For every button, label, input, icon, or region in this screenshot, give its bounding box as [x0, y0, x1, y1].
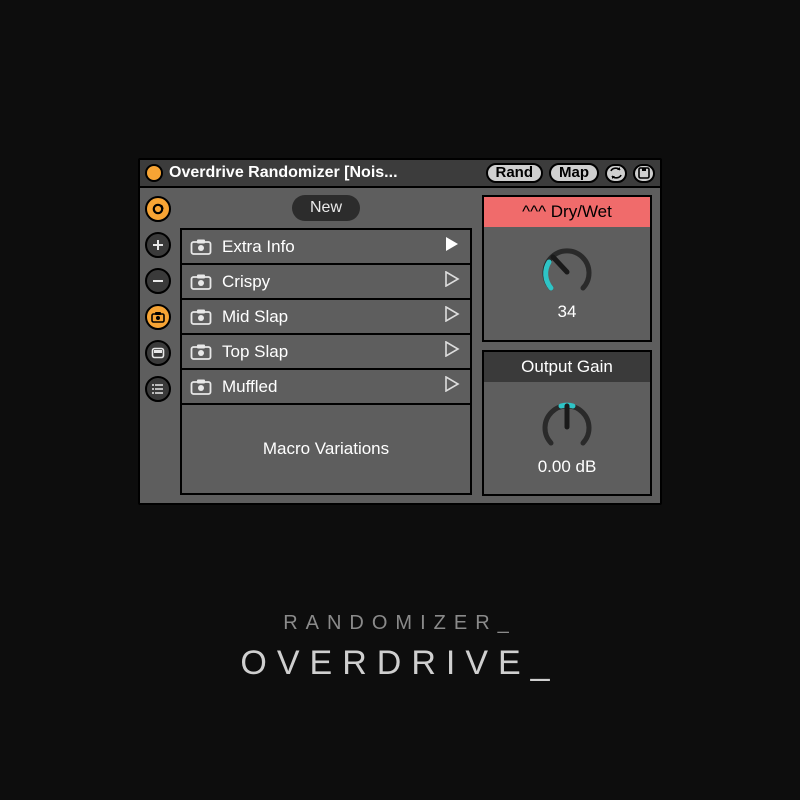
device-title: Overdrive Randomizer [Nois... — [169, 164, 398, 182]
refresh-icon[interactable] — [605, 164, 627, 183]
camera-icon — [190, 343, 212, 361]
macro-variations-label: Macro Variations — [180, 405, 472, 495]
remove-macro-icon[interactable] — [145, 268, 171, 294]
drywet-label: ^^^ Dry/Wet — [484, 197, 650, 227]
preset-label: Crispy — [222, 272, 434, 292]
preset-list: Extra Info Crispy — [180, 228, 472, 405]
sidebar — [140, 188, 176, 503]
macro-knobs: ^^^ Dry/Wet 34 Output Gain — [480, 188, 660, 503]
preset-row[interactable]: Extra Info — [182, 230, 470, 265]
camera-icon — [190, 238, 212, 256]
caption-line2: OVERDRIVE_ — [0, 644, 800, 683]
preset-row[interactable]: Mid Slap — [182, 300, 470, 335]
list-icon[interactable] — [145, 376, 171, 402]
camera-icon — [190, 273, 212, 291]
gain-value: 0.00 dB — [538, 457, 597, 477]
preset-label: Top Slap — [222, 342, 434, 362]
macro-toggle-icon[interactable] — [145, 196, 171, 222]
caption-line1: RANDOMIZER_ — [0, 612, 800, 635]
preset-row[interactable]: Crispy — [182, 265, 470, 300]
gain-knob[interactable] — [539, 399, 595, 455]
save-icon[interactable] — [633, 164, 655, 183]
window-icon[interactable] — [145, 340, 171, 366]
play-icon[interactable] — [444, 306, 460, 327]
drywet-value: 34 — [558, 302, 577, 322]
map-button[interactable]: Map — [549, 163, 599, 183]
camera-icon — [190, 378, 212, 396]
gain-label: Output Gain — [484, 352, 650, 382]
preset-row[interactable]: Muffled — [182, 370, 470, 405]
drywet-knob[interactable] — [539, 244, 595, 300]
preset-panel: New Extra Info Crispy — [176, 188, 480, 503]
preset-label: Muffled — [222, 377, 434, 397]
drywet-param: ^^^ Dry/Wet 34 — [482, 195, 652, 342]
device-rack: Overdrive Randomizer [Nois... Rand Map — [138, 158, 662, 505]
rand-button[interactable]: Rand — [486, 163, 544, 183]
variations-camera-icon[interactable] — [145, 304, 171, 330]
add-macro-icon[interactable] — [145, 232, 171, 258]
play-icon[interactable] — [444, 341, 460, 362]
gain-param: Output Gain 0.00 dB — [482, 350, 652, 497]
play-icon[interactable] — [444, 271, 460, 292]
device-power-toggle[interactable] — [145, 164, 163, 182]
preset-label: Extra Info — [222, 237, 434, 257]
camera-icon — [190, 308, 212, 326]
play-icon[interactable] — [444, 236, 460, 257]
play-icon[interactable] — [444, 376, 460, 397]
preset-row[interactable]: Top Slap — [182, 335, 470, 370]
new-variation-button[interactable]: New — [292, 195, 360, 221]
preset-label: Mid Slap — [222, 307, 434, 327]
device-titlebar: Overdrive Randomizer [Nois... Rand Map — [140, 160, 660, 188]
